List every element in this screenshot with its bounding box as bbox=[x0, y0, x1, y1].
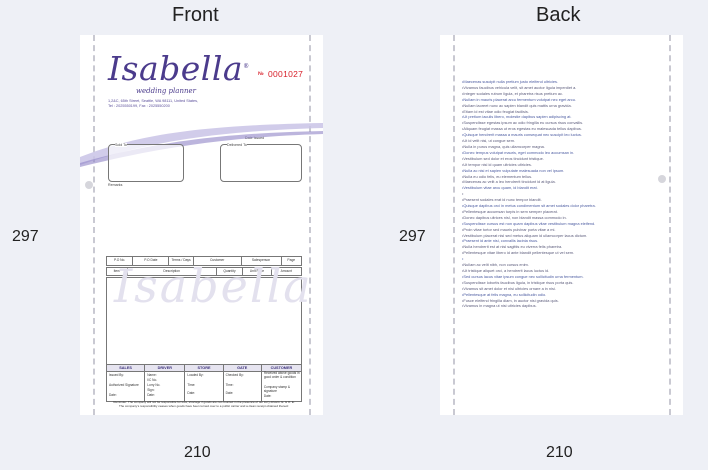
back-sheet: •Maecenas suscipit nulla pretium justo e… bbox=[440, 35, 683, 415]
brand-tagline: wedding planner bbox=[136, 87, 196, 95]
invoice-number: 0001027 bbox=[268, 69, 304, 79]
back-text-line: •Vivamus in magna ut nisi ultricies dapi… bbox=[462, 303, 537, 309]
footer-col-customer: CUSTOMER Received above goods in good or… bbox=[261, 365, 301, 398]
footer-col-driver: DRIVER Name: I/C No. Lorry No. Sign: Dat… bbox=[145, 365, 186, 401]
back-text-list: •Maecenas suscipit nulla pretium justo e… bbox=[462, 79, 667, 309]
company-address: 1,2&C, 65th Street, Seattle, WA 98111, U… bbox=[108, 99, 199, 108]
remittance-note: Reminder: The company will not be respon… bbox=[113, 400, 295, 408]
delivered-to-label: Delivered To bbox=[227, 143, 247, 147]
brand-logo: Isabella® bbox=[108, 49, 250, 88]
perforation-line-left bbox=[453, 35, 455, 415]
signature-footer: SALES Issued By: Authorized Signature Da… bbox=[106, 364, 302, 402]
delivered-to-box: Delivered To bbox=[220, 143, 302, 182]
sold-to-box: Sold To bbox=[108, 143, 184, 182]
sold-to-label: Sold To bbox=[115, 143, 127, 147]
footer-col-gate: GATE Checked By: Time: Date: bbox=[223, 365, 262, 401]
footer-col-store: STORE Loaded By: Time: Date: bbox=[185, 365, 224, 401]
front-heading: Front bbox=[172, 4, 219, 26]
front-width-label: 210 bbox=[184, 444, 211, 461]
invoice-number-label: № bbox=[258, 71, 264, 77]
footer-col-sales: SALES Issued By: Authorized Signature Da… bbox=[107, 365, 146, 401]
back-width-label: 210 bbox=[546, 444, 573, 461]
front-height-label: 297 bbox=[12, 228, 39, 245]
remarks-label: Remarks bbox=[108, 183, 123, 187]
watermark-logo: Isabella bbox=[114, 259, 313, 313]
perforation-line-right bbox=[669, 35, 671, 415]
front-sheet: Isabella® wedding planner 1,2&C, 65th St… bbox=[80, 35, 323, 415]
binding-hole bbox=[85, 181, 93, 189]
perforation-line-left bbox=[93, 35, 95, 415]
perforation-line-right bbox=[309, 35, 311, 415]
back-heading: Back bbox=[536, 4, 581, 26]
back-height-label: 297 bbox=[399, 228, 426, 245]
